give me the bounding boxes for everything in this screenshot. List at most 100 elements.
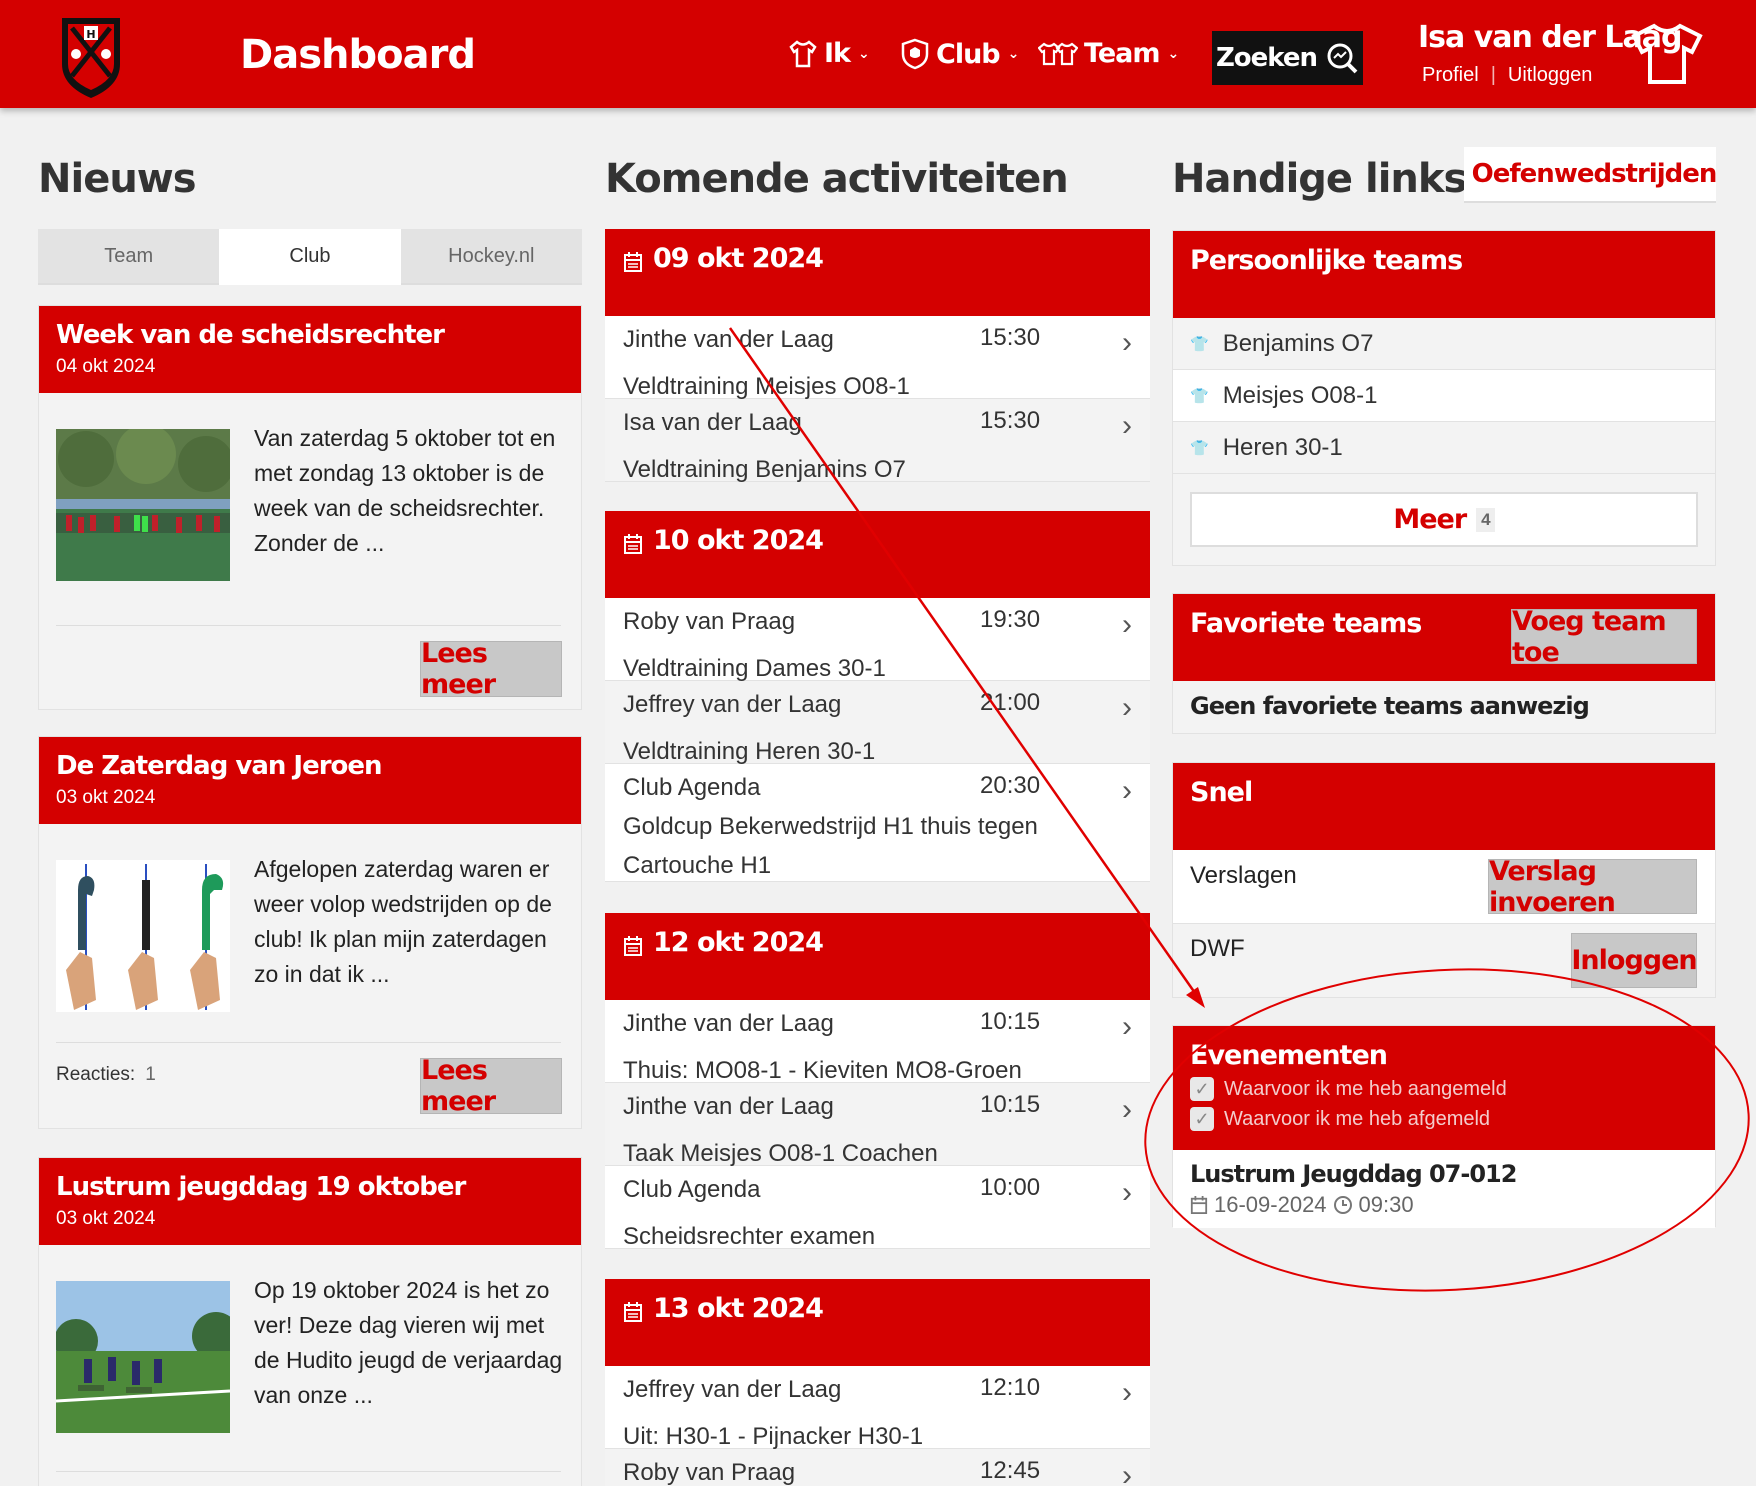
nav-team-label: Team	[1084, 38, 1160, 69]
activity-date: 12 okt 2024	[653, 927, 824, 958]
activity-person: Roby van Praag	[623, 1459, 796, 1486]
tab-team[interactable]: Team	[38, 229, 220, 285]
filter-registered[interactable]: ✓ Waarvoor ik me heb aangemeld	[1190, 1077, 1698, 1101]
filter-registered-label: Waarvoor ik me heb aangemeld	[1224, 1077, 1507, 1100]
news-card-date: 03 okt 2024	[56, 787, 156, 808]
reacties-count: Reacties: 1	[56, 1064, 156, 1085]
verslagen-row: Verslagen Verslag invoeren	[1173, 850, 1715, 924]
activity-time: 10:00	[980, 1174, 1041, 1201]
activity-row[interactable]: Jinthe van der Laag 10:15 Taak Meisjes O…	[605, 1083, 1150, 1167]
activity-time: 10:15	[980, 1091, 1041, 1118]
chevron-right-icon: ›	[1122, 691, 1132, 724]
activity-time: 12:45	[980, 1457, 1041, 1484]
activity-day-header: 09 okt 2024	[605, 229, 1150, 316]
nav-ik-label: Ik	[824, 38, 851, 69]
activity-person: Isa van der Laag	[623, 409, 802, 436]
activities-title: Komende activiteiten	[605, 156, 1069, 202]
page-title: Dashboard	[240, 32, 476, 78]
activity-row[interactable]: Jeffrey van der Laag 12:10 Uit: H30-1 - …	[605, 1366, 1150, 1450]
nav-ik[interactable]: Ik ⌄	[788, 38, 870, 69]
activity-row[interactable]: Club Agenda 10:00 Scheidsrechter examen …	[605, 1166, 1150, 1250]
news-card-header[interactable]: Lustrum jeugddag 19 oktober 03 okt 2024	[39, 1158, 581, 1245]
activity-description: Goldcup Bekerwedstrijd H1 thuis tegen Ca…	[623, 813, 1038, 879]
activity-time: 15:30	[980, 407, 1041, 434]
checkbox-checked-icon[interactable]: ✓	[1190, 1077, 1214, 1101]
team-shirts-icon: 👕	[1190, 439, 1209, 457]
team-link[interactable]: 👕 Meisjes O08-1	[1173, 370, 1715, 422]
more-teams-button[interactable]: Meer 4	[1190, 492, 1698, 547]
news-thumbnail[interactable]	[56, 429, 230, 581]
logout-link[interactable]: Uitloggen	[1508, 64, 1593, 87]
nav-club[interactable]: Club ⌄	[900, 38, 1019, 70]
tab-club[interactable]: Club	[219, 229, 401, 285]
news-card-title: Week van de scheidsrechter	[56, 320, 445, 350]
chevron-down-icon: ⌄	[858, 45, 870, 62]
chevron-right-icon: ›	[1122, 774, 1132, 807]
activity-person: Club Agenda	[623, 1176, 761, 1203]
news-tabs: Team Club Hockey.nl	[38, 229, 582, 285]
tab-hockey-nl[interactable]: Hockey.nl	[400, 229, 582, 285]
chevron-right-icon: ›	[1122, 608, 1132, 641]
oefenwedstrijden-button[interactable]: Oefenwedstrijden	[1464, 147, 1717, 203]
news-card: Week van de scheidsrechter 04 okt 2024 V…	[38, 305, 582, 710]
chevron-right-icon: ›	[1122, 1093, 1132, 1126]
news-card-header[interactable]: Week van de scheidsrechter 04 okt 2024	[39, 306, 581, 393]
dwf-login-button[interactable]: Inloggen	[1571, 933, 1698, 988]
news-thumbnail[interactable]	[56, 860, 230, 1012]
filter-unregistered[interactable]: ✓ Waarvoor ik me heb afgemeld	[1190, 1107, 1698, 1131]
activity-time: 12:10	[980, 1374, 1041, 1401]
news-card-header[interactable]: De Zaterdag van Jeroen 03 okt 2024	[39, 737, 581, 824]
news-thumbnail[interactable]	[56, 1281, 230, 1433]
team-name: Heren 30-1	[1222, 433, 1343, 461]
checkbox-checked-icon[interactable]: ✓	[1190, 1107, 1214, 1131]
activity-row[interactable]: Jinthe van der Laag 15:30 Veldtraining M…	[605, 316, 1150, 400]
event-datetime: 16-09-2024 09:30	[1190, 1192, 1414, 1218]
add-team-button[interactable]: Voeg team toe	[1511, 606, 1697, 668]
activity-time: 21:00	[980, 689, 1041, 716]
event-name: Lustrum Jeugddag 07-012	[1190, 1160, 1517, 1188]
activity-person: Jinthe van der Laag	[623, 1093, 834, 1120]
read-more-button[interactable]: Lees meer	[420, 638, 562, 700]
team-shirts-icon: 👕	[1190, 387, 1209, 405]
event-item[interactable]: Lustrum Jeugddag 07-012 16-09-2024 09:30	[1173, 1150, 1715, 1228]
chevron-right-icon: ›	[1122, 326, 1132, 359]
activity-row[interactable]: Roby van Praag 19:30 Veldtraining Dames …	[605, 598, 1150, 682]
events-header: Evenementen ✓ Waarvoor ik me heb aangeme…	[1173, 1026, 1715, 1150]
team-link[interactable]: 👕 Heren 30-1	[1173, 422, 1715, 474]
team-link[interactable]: 👕 Benjamins O7	[1173, 318, 1715, 370]
report-entry-button[interactable]: Verslag invoeren	[1488, 856, 1697, 918]
search-label: Zoeken	[1215, 43, 1318, 73]
activity-row[interactable]: Jinthe van der Laag 10:15 Thuis: MO08-1 …	[605, 1000, 1150, 1084]
nav-team[interactable]: Team ⌄	[1038, 38, 1179, 69]
news-card: De Zaterdag van Jeroen 03 okt 2024 Afgel…	[38, 736, 582, 1129]
activity-row[interactable]: Roby van Praag 12:45 ›	[605, 1449, 1150, 1486]
activity-person: Roby van Praag	[623, 608, 796, 635]
calendar-icon	[624, 1302, 642, 1322]
avatar-shirt-icon[interactable]	[1630, 22, 1704, 86]
event-time: 09:30	[1358, 1192, 1414, 1217]
activity-row[interactable]: Jeffrey van der Laag 21:00 Veldtraining …	[605, 681, 1150, 765]
activity-day: 12 okt 2024 Jinthe van der Laag 10:15 Th…	[605, 913, 1150, 1250]
shirt-icon	[789, 39, 817, 67]
read-more-button[interactable]: Lees meer	[420, 1055, 562, 1117]
club-logo[interactable]: H	[58, 14, 124, 100]
top-header: H Dashboard Ik ⌄ Club ⌄ Team ⌄ Zoeken Is…	[0, 0, 1756, 108]
activity-day-header: 10 okt 2024	[605, 511, 1150, 598]
search-button[interactable]: Zoeken	[1212, 31, 1363, 85]
profile-link[interactable]: Profiel	[1422, 64, 1479, 87]
activity-day: 09 okt 2024 Jinthe van der Laag 15:30 Ve…	[605, 229, 1150, 483]
activity-row[interactable]: Isa van der Laag 15:30 Veldtraining Benj…	[605, 399, 1150, 483]
more-label: Meer	[1393, 504, 1467, 535]
activity-row[interactable]: Club Agenda 20:30 Goldcup Bekerwedstrijd…	[605, 764, 1150, 882]
nav-club-label: Club	[936, 38, 1001, 70]
favorite-teams-panel: Favoriete teams Voeg team toe Geen favor…	[1172, 593, 1716, 734]
event-date: 16-09-2024	[1214, 1192, 1327, 1217]
empty-favorites-text: Geen favoriete teams aanwezig	[1190, 692, 1590, 720]
filter-unregistered-label: Waarvoor ik me heb afgemeld	[1224, 1107, 1491, 1130]
activity-person: Jinthe van der Laag	[623, 1010, 834, 1037]
user-links: Profiel | Uitloggen	[1422, 64, 1592, 87]
chevron-right-icon: ›	[1122, 1376, 1132, 1409]
calendar-icon	[624, 252, 642, 272]
activity-time: 20:30	[980, 772, 1041, 799]
news-card-excerpt: Van zaterdag 5 oktober tot en met zondag…	[254, 425, 556, 556]
